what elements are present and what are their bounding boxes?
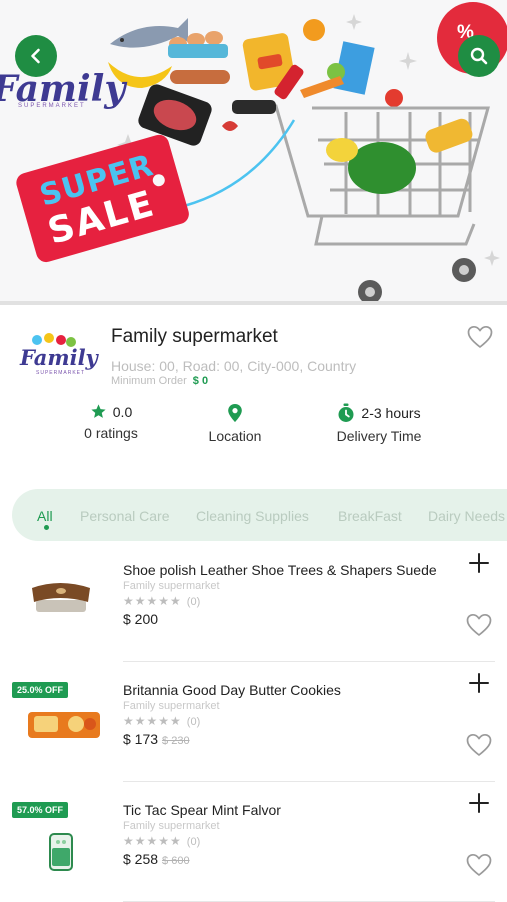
banner-floor	[0, 301, 507, 305]
rating-stars: ★★★★★	[123, 594, 182, 608]
delivery-label: Delivery Time	[336, 428, 422, 444]
tab-cleaning-supplies[interactable]: Cleaning Supplies	[196, 508, 309, 524]
product-price: $ 173	[123, 731, 159, 747]
search-icon	[470, 47, 488, 65]
add-to-cart-plus-icon[interactable]	[468, 552, 490, 574]
discount-badge: 25.0% OFF	[12, 682, 69, 698]
product-card[interactable]: 25.0% OFF Britannia Good Day Butter Cook…	[0, 662, 507, 782]
product-card[interactable]: 57.0% OFF Tic Tac Spear Mint Falvor Fami…	[0, 782, 507, 902]
tab-personal-care[interactable]: Personal Care	[80, 508, 170, 524]
delivery-stat: 2-3 hours Delivery Time	[330, 403, 428, 444]
product-price-row: $ 200	[123, 611, 158, 627]
product-rating: ★★★★★ (0)	[123, 834, 200, 848]
tab-dairy-needs[interactable]: Dairy Needs	[428, 508, 505, 524]
minimum-order: Minimum Order $ 0	[111, 375, 208, 387]
category-tabs: All Personal Care Cleaning Supplies Brea…	[12, 489, 507, 541]
product-old-price: $ 230	[162, 735, 190, 747]
sale-tag-hole	[151, 172, 167, 188]
logo-bubble	[56, 335, 66, 345]
product-price-row: $ 258 $ 600	[123, 851, 190, 867]
favorite-store-heart-icon[interactable]	[467, 325, 493, 349]
add-to-cart-plus-icon[interactable]	[468, 672, 490, 694]
ratings-value: 0.0	[112, 403, 133, 420]
banner-logo-subtitle: SUPERMARKET	[18, 103, 86, 109]
search-button[interactable]	[458, 35, 500, 77]
tab-breakfast[interactable]: BreakFast	[338, 508, 402, 524]
store-logo: Family SUPERMARKET	[20, 333, 98, 379]
location-label: Location	[208, 428, 262, 444]
product-rating: ★★★★★ (0)	[123, 594, 200, 608]
rating-count: (0)	[186, 596, 201, 608]
delivery-value: 2-3 hours	[361, 405, 421, 421]
minimum-order-label: Minimum Order	[111, 375, 187, 387]
tab-all[interactable]: All	[37, 508, 53, 524]
hero-banner: Family SUPERMARKET SUPER SALE %	[0, 0, 507, 305]
rating-count: (0)	[186, 836, 201, 848]
product-price: $ 258	[123, 851, 159, 867]
star-icon	[91, 404, 106, 418]
chevron-left-icon	[31, 48, 40, 64]
product-price-row: $ 173 $ 230	[123, 731, 190, 747]
product-card[interactable]: Shoe polish Leather Shoe Trees & Shapers…	[0, 542, 507, 662]
rating-stars: ★★★★★	[123, 834, 182, 848]
minimum-order-value: $ 0	[192, 375, 209, 387]
location-stat[interactable]: Location	[200, 403, 270, 444]
logo-bubble	[44, 333, 54, 343]
ratings-stat: 0.0 0 ratings	[74, 403, 148, 442]
back-button[interactable]	[15, 35, 57, 77]
rating-count: (0)	[186, 716, 201, 728]
store-address: House: 00, Road: 00, City-000, Country	[111, 358, 357, 374]
product-old-price: $ 600	[162, 855, 190, 867]
favorite-heart-icon[interactable]	[466, 733, 492, 757]
product-seller: Family supermarket	[123, 700, 220, 712]
product-seller: Family supermarket	[123, 580, 220, 592]
store-logo-subtitle: SUPERMARKET	[36, 370, 86, 376]
store-name: Family supermarket	[111, 326, 278, 347]
product-name: Britannia Good Day Butter Cookies	[123, 682, 341, 698]
product-rating: ★★★★★ (0)	[123, 714, 200, 728]
discount-badge: 57.0% OFF	[12, 802, 69, 818]
product-name: Tic Tac Spear Mint Falvor	[123, 802, 281, 818]
favorite-heart-icon[interactable]	[466, 853, 492, 877]
favorite-heart-icon[interactable]	[466, 613, 492, 637]
location-pin-icon	[228, 404, 242, 422]
shoe-brush-image	[32, 583, 90, 612]
product-seller: Family supermarket	[123, 820, 220, 832]
store-logo-text: Family	[20, 345, 98, 370]
rating-stars: ★★★★★	[123, 714, 182, 728]
logo-bubble	[32, 335, 42, 345]
ratings-label: 0 ratings	[84, 425, 138, 441]
stopwatch-icon	[338, 403, 354, 422]
active-tab-indicator	[44, 525, 49, 530]
product-price: $ 200	[123, 611, 159, 627]
product-name: Shoe polish Leather Shoe Trees & Shapers…	[123, 562, 437, 578]
add-to-cart-plus-icon[interactable]	[468, 792, 490, 814]
groceries-illustration	[108, 14, 500, 304]
